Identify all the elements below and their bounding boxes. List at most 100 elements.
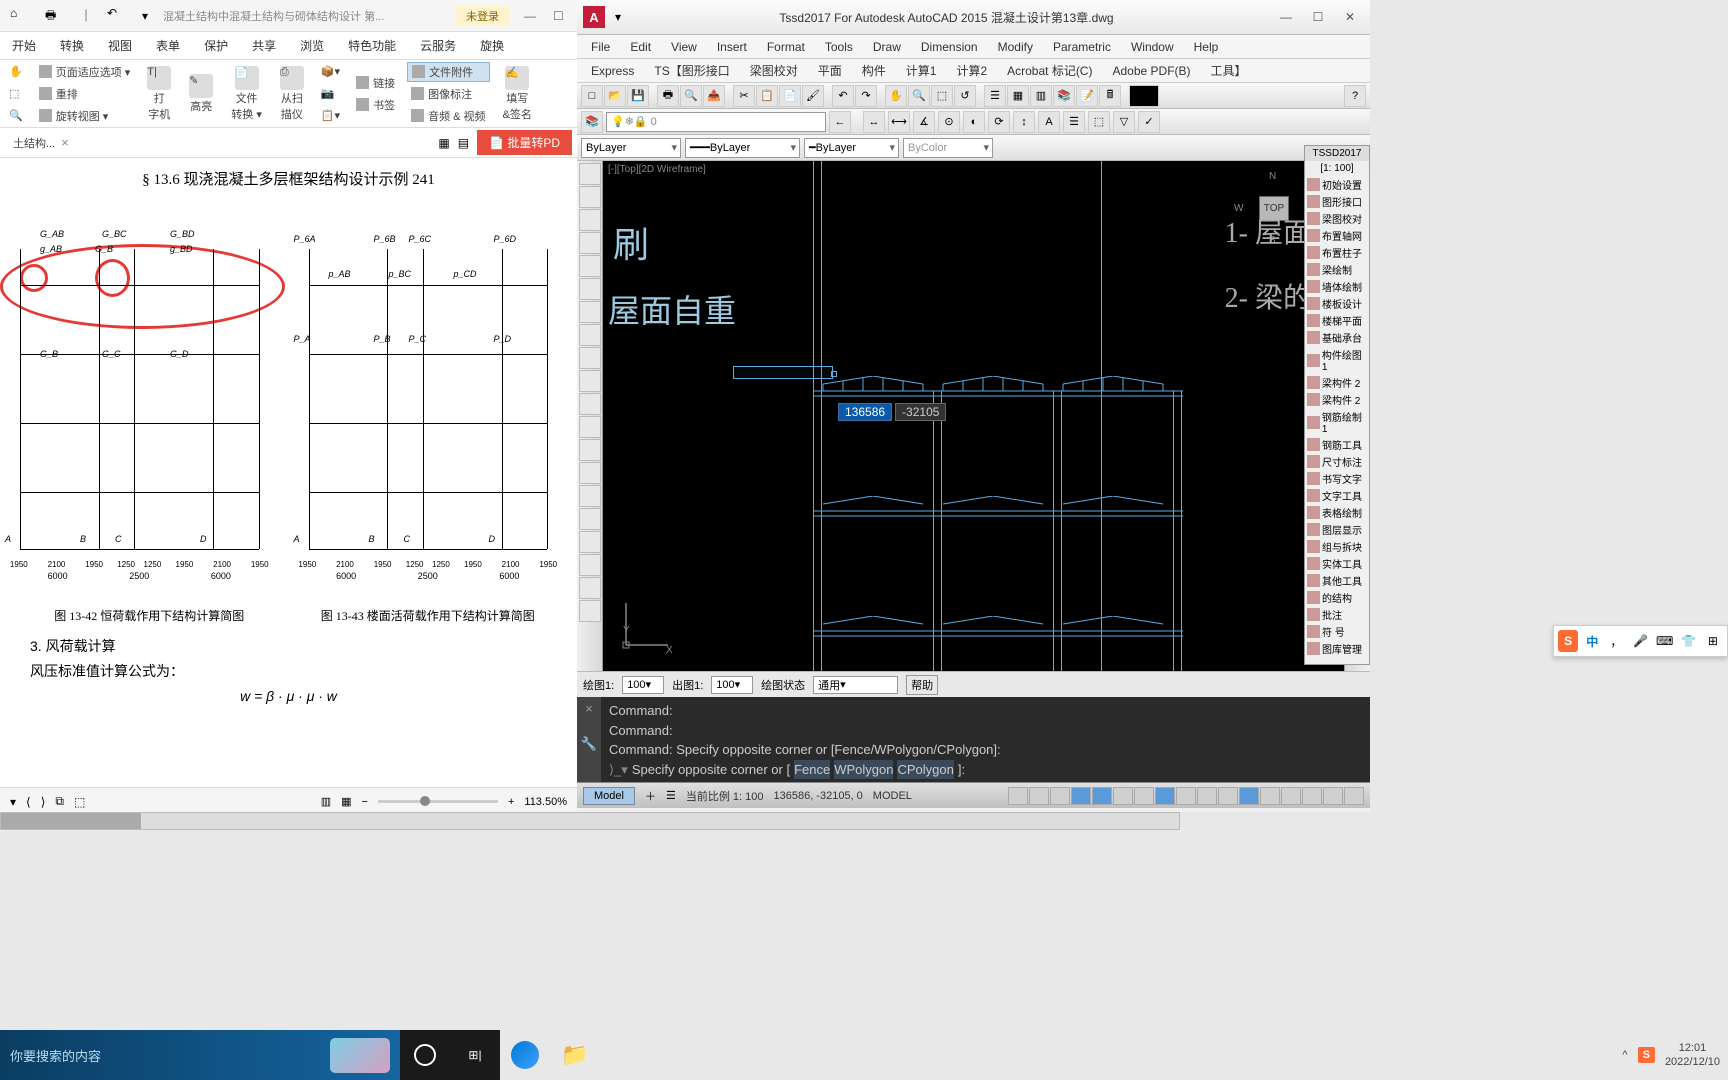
block-icon[interactable]: [579, 393, 601, 415]
select-icon[interactable]: ⬚: [5, 84, 27, 104]
wipeout-icon[interactable]: [579, 600, 601, 622]
bookmark-button[interactable]: 书签: [352, 95, 399, 115]
qp-toggle[interactable]: [1218, 787, 1238, 805]
scan-button[interactable]: ⎙从扫描仪: [275, 64, 309, 124]
skin-icon[interactable]: 👕: [1679, 630, 1699, 652]
palette-item[interactable]: 的结构: [1305, 589, 1369, 606]
maximize-icon[interactable]: ☐: [553, 9, 567, 23]
lwt-toggle[interactable]: [1176, 787, 1196, 805]
close-icon[interactable]: ×: [61, 135, 69, 150]
menu-tools[interactable]: Tools: [815, 38, 863, 56]
otrack-toggle[interactable]: [1113, 787, 1133, 805]
task-view-button[interactable]: ⊞|: [450, 1030, 500, 1080]
quickcalc-icon[interactable]: 🖩: [1099, 85, 1121, 107]
tab-protect[interactable]: 保护: [192, 33, 240, 58]
spline-icon[interactable]: [579, 462, 601, 484]
redo-icon[interactable]: ↷: [855, 85, 877, 107]
title-dropdown-icon[interactable]: ▾: [615, 10, 621, 24]
menu-acrobat[interactable]: Acrobat 标记(C): [997, 60, 1102, 81]
sc-toggle[interactable]: [1239, 787, 1259, 805]
dim7-icon[interactable]: ↕: [1013, 111, 1035, 133]
viewport-label[interactable]: [-][Top][2D Wireframe]: [608, 164, 706, 175]
palette-item[interactable]: 初始设置: [1305, 176, 1369, 193]
menu-format[interactable]: Format: [757, 38, 815, 56]
region-icon[interactable]: [579, 439, 601, 461]
ellipse-icon[interactable]: [579, 278, 601, 300]
dim11-icon[interactable]: ▽: [1113, 111, 1135, 133]
taskbar-search[interactable]: 你要搜索的内容: [0, 1030, 400, 1080]
tab-cloud[interactable]: 云服务: [408, 33, 468, 58]
palette-item[interactable]: 图层显示: [1305, 521, 1369, 538]
arc-icon[interactable]: [579, 232, 601, 254]
menu-beam-check[interactable]: 梁图校对: [740, 60, 808, 81]
clock[interactable]: 12:01 2022/12/10: [1665, 1041, 1720, 1070]
mtext-icon[interactable]: [579, 347, 601, 369]
wrench-icon[interactable]: 🔧: [581, 736, 597, 752]
cmd-option-cpolygon[interactable]: CPolygon: [897, 760, 953, 780]
tssd-palette[interactable]: TSSD2017 [1: 100] 初始设置图形接口梁图校对布置轴网布置柱子梁绘…: [1304, 145, 1370, 665]
dim-icon[interactable]: ↔: [863, 111, 885, 133]
transparency-toggle[interactable]: [1197, 787, 1217, 805]
rotate-view-button[interactable]: 旋转视图 ▾: [35, 106, 135, 126]
dim8-icon[interactable]: A: [1038, 111, 1060, 133]
paste-icon[interactable]: 📄: [779, 85, 801, 107]
palette-item[interactable]: 梁图校对: [1305, 210, 1369, 227]
zoom-slider[interactable]: [378, 800, 498, 803]
rect-icon[interactable]: [579, 255, 601, 277]
minimize-icon[interactable]: —: [1272, 7, 1300, 27]
snap-toggle[interactable]: [1029, 787, 1049, 805]
new-icon[interactable]: □: [581, 85, 603, 107]
zoom-prev-icon[interactable]: ↺: [954, 85, 976, 107]
palette-item[interactable]: 梁构件 2: [1305, 391, 1369, 408]
zoom-in-icon[interactable]: +: [508, 796, 514, 808]
fill-sign-button[interactable]: ✍填写&签名: [498, 64, 537, 124]
sheet-set-icon[interactable]: 📚: [1053, 85, 1075, 107]
minimize-icon[interactable]: —: [524, 9, 538, 23]
zoom-realtime-icon[interactable]: 🔍: [908, 85, 930, 107]
menu-express[interactable]: Express: [581, 62, 644, 80]
palette-item[interactable]: 图形接口: [1305, 193, 1369, 210]
zoom-window-icon[interactable]: ⬚: [931, 85, 953, 107]
insert-camera[interactable]: 📷: [317, 84, 344, 104]
menu-parametric[interactable]: Parametric: [1043, 38, 1121, 56]
palette-item[interactable]: 布置柱子: [1305, 244, 1369, 261]
palette-item[interactable]: 梁绘制: [1305, 261, 1369, 278]
coord-x-input[interactable]: 136586: [838, 403, 892, 421]
dim5-icon[interactable]: ◐: [963, 111, 985, 133]
list-view-icon[interactable]: ▤: [458, 136, 469, 150]
print-icon[interactable]: 🖶: [657, 85, 679, 107]
hatch-icon[interactable]: [579, 301, 601, 323]
scrollbar-thumb[interactable]: [1, 813, 141, 829]
polar-toggle[interactable]: [1071, 787, 1091, 805]
revcloud-icon[interactable]: [579, 577, 601, 599]
cmd-option-fence[interactable]: Fence: [794, 760, 830, 780]
explorer-taskbar-icon[interactable]: 📁: [550, 1030, 600, 1080]
tab-rotate[interactable]: 旋换: [468, 33, 516, 58]
palette-item[interactable]: 组与拆块: [1305, 538, 1369, 555]
palette-item[interactable]: 图库管理: [1305, 640, 1369, 657]
home-icon[interactable]: ⌂: [10, 6, 30, 26]
grid-view-icon[interactable]: ▦: [438, 136, 449, 150]
drawing-canvas[interactable]: [-][Top][2D Wireframe] N S E W TOP 刷 屋面自…: [603, 161, 1344, 671]
menu-calc1[interactable]: 计算1: [896, 60, 947, 81]
link-button[interactable]: 链接: [352, 73, 399, 93]
tray-expand-icon[interactable]: ^: [1622, 1049, 1627, 1061]
tab-share[interactable]: 共享: [240, 33, 288, 58]
save-icon[interactable]: 💾: [627, 85, 649, 107]
insert-misc[interactable]: 📦▾: [317, 62, 344, 82]
tab-feature[interactable]: 特色功能: [336, 33, 408, 58]
color-combo[interactable]: ByLayer: [581, 138, 681, 158]
coord-y-input[interactable]: -32105: [895, 403, 946, 421]
image-annot-button[interactable]: 图像标注: [407, 84, 489, 104]
tab-start[interactable]: 开始: [0, 33, 48, 58]
menu-plan[interactable]: 平面: [808, 60, 852, 81]
microphone-icon[interactable]: 🎤: [1630, 630, 1650, 652]
point-icon[interactable]: [579, 370, 601, 392]
anno-toggle[interactable]: [1260, 787, 1280, 805]
insert-page[interactable]: 📋▾: [317, 106, 344, 126]
design-center-icon[interactable]: ▦: [1007, 85, 1029, 107]
menu-edit[interactable]: Edit: [620, 38, 661, 56]
print-icon[interactable]: 🖶: [45, 6, 65, 26]
palette-item[interactable]: 实体工具: [1305, 555, 1369, 572]
palette-item[interactable]: 构件绘图1: [1305, 346, 1369, 374]
